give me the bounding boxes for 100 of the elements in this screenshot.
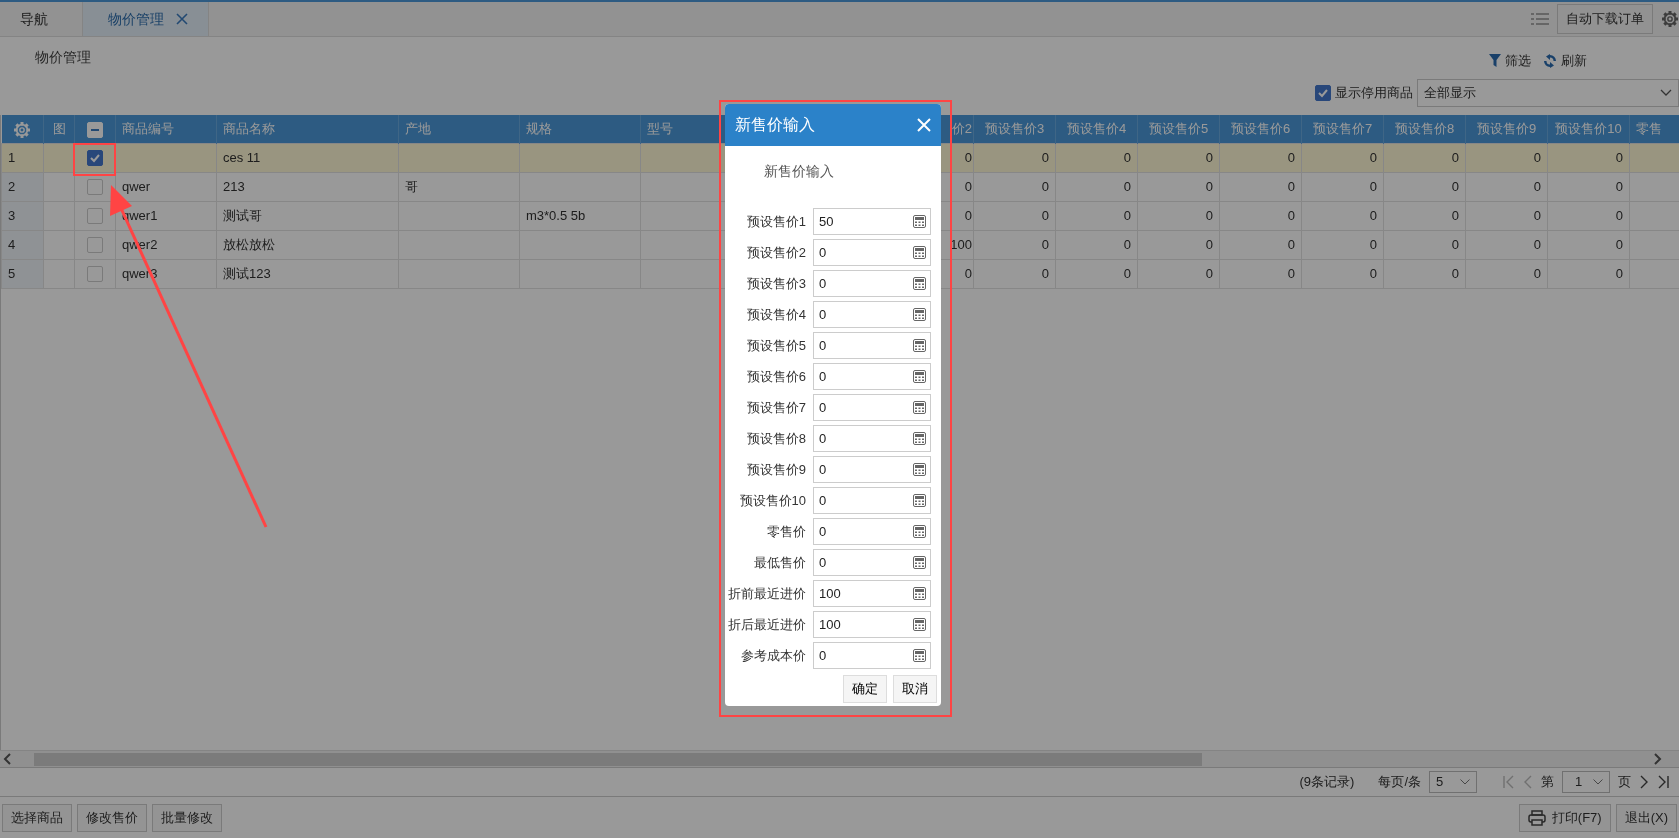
table-cell: 0	[1123, 149, 1131, 165]
auto-download-button[interactable]: 自动下载订单	[1557, 4, 1653, 34]
calculator-icon[interactable]	[913, 556, 926, 569]
calculator-icon[interactable]	[913, 649, 926, 662]
column-header: 预设售价3	[973, 115, 1056, 143]
table-cell: 0	[1287, 207, 1295, 223]
table-cell: ces 11	[223, 149, 261, 165]
calculator-icon[interactable]	[913, 339, 926, 352]
table-cell: 0	[1205, 265, 1213, 281]
input-field[interactable]: 0	[813, 239, 931, 266]
close-icon[interactable]	[176, 13, 188, 25]
field-label: 预设售价7	[745, 398, 807, 417]
calculator-icon[interactable]	[913, 370, 926, 383]
toolbar-button[interactable]: 批量修改	[152, 803, 222, 832]
refresh-button[interactable]: 刷新	[1543, 51, 1599, 71]
column-header: 预设售价6	[1219, 115, 1302, 143]
calculator-icon[interactable]	[913, 277, 926, 290]
print-button[interactable]: 打印(F7)	[1518, 803, 1611, 832]
next-page-icon[interactable]	[1639, 775, 1649, 789]
printer-icon	[1527, 809, 1546, 826]
checkbox[interactable]	[87, 237, 103, 254]
table-cell: 0	[1123, 178, 1131, 194]
field-label: 最低售价	[753, 553, 807, 572]
page-title: 物价管理	[35, 48, 91, 67]
input-field[interactable]: 0	[813, 425, 931, 452]
input-field[interactable]: 0	[813, 642, 931, 669]
calculator-icon[interactable]	[913, 587, 926, 600]
checkbox[interactable]	[87, 179, 103, 196]
toolbar-button[interactable]: 选择商品	[2, 803, 72, 832]
display-select[interactable]: 全部显示	[1417, 78, 1679, 107]
table-cell: 0	[1369, 236, 1377, 252]
input-field[interactable]: 0	[813, 487, 931, 514]
table-cell: 放松放松	[223, 236, 275, 252]
row-number: 5	[8, 265, 16, 281]
checkbox[interactable]	[87, 208, 103, 225]
table-cell: 0	[1205, 207, 1213, 223]
input-field[interactable]: 0	[813, 394, 931, 421]
calculator-icon[interactable]	[913, 432, 926, 445]
chevron-down-icon	[1460, 779, 1470, 785]
input-field[interactable]: 0	[813, 456, 931, 483]
calculator-icon[interactable]	[913, 308, 926, 321]
input-field[interactable]: 0	[813, 363, 931, 390]
cancel-button[interactable]: 取消	[893, 675, 937, 703]
field-label: 预设售价4	[745, 305, 807, 324]
filter-icon	[1489, 54, 1501, 68]
table-cell: 0	[964, 207, 972, 223]
table-cell: 0	[1533, 178, 1541, 194]
table-cell: 0	[1041, 207, 1049, 223]
field-label: 参考成本价	[740, 646, 807, 665]
field-label: 折后最近进价	[727, 615, 807, 634]
table-cell: 0	[1205, 236, 1213, 252]
dialog-title: 新售价输入	[735, 115, 815, 135]
table-cell: 0	[1205, 149, 1213, 165]
checkbox[interactable]	[87, 266, 103, 283]
field-label: 预设售价10	[738, 491, 807, 510]
confirm-button[interactable]: 确定	[843, 675, 887, 703]
table-cell: 0	[964, 149, 972, 165]
page-select[interactable]: 1	[1562, 771, 1610, 793]
input-field[interactable]: 100	[813, 611, 931, 638]
column-header: 预设售价10	[1547, 115, 1630, 143]
settings-icon[interactable]	[1661, 10, 1679, 28]
input-field[interactable]: 100	[813, 580, 931, 607]
calculator-icon[interactable]	[913, 525, 926, 538]
calculator-icon[interactable]	[913, 401, 926, 414]
calculator-icon[interactable]	[913, 463, 926, 476]
checkbox[interactable]	[1315, 84, 1331, 101]
table-cell: 0	[1451, 149, 1459, 165]
exit-button[interactable]: 退出(X)	[1615, 803, 1677, 832]
dialog-subtitle: 新售价输入	[763, 162, 835, 181]
row-number: 2	[8, 178, 16, 194]
input-field[interactable]: 0	[813, 518, 931, 545]
input-field[interactable]: 0	[813, 270, 931, 297]
table-cell: 0	[1287, 149, 1295, 165]
table-cell: 0	[1205, 178, 1213, 194]
record-count: (9条记录)	[1299, 773, 1355, 792]
input-field[interactable]: 0	[813, 301, 931, 328]
input-field[interactable]: 50	[813, 208, 931, 235]
filter-button[interactable]: 筛选	[1489, 51, 1543, 71]
input-field[interactable]: 0	[813, 332, 931, 359]
input-field[interactable]: 0	[813, 549, 931, 576]
field-label: 预设售价3	[745, 274, 807, 293]
column-header: 图	[43, 115, 75, 143]
table-cell: 哥	[405, 178, 418, 194]
table-cell: 0	[1287, 236, 1295, 252]
last-page-icon[interactable]	[1657, 775, 1669, 789]
calculator-icon[interactable]	[913, 618, 926, 631]
highlight-frame	[73, 143, 116, 176]
toolbar-button[interactable]: 修改售价	[77, 803, 147, 832]
column-header: 零售	[1629, 115, 1679, 143]
table-cell: 0	[1123, 265, 1131, 281]
table-cell: 0	[1041, 265, 1049, 281]
checkbox[interactable]	[87, 150, 103, 167]
table-cell: 0	[964, 178, 972, 194]
per-page-select[interactable]: 5	[1429, 771, 1477, 793]
column-header: 预设售价7	[1301, 115, 1384, 143]
calculator-icon[interactable]	[913, 246, 926, 259]
calculator-icon[interactable]	[913, 494, 926, 507]
settings-icon[interactable]	[13, 120, 32, 139]
table-cell: 0	[1615, 149, 1623, 165]
calculator-icon[interactable]	[913, 215, 926, 228]
